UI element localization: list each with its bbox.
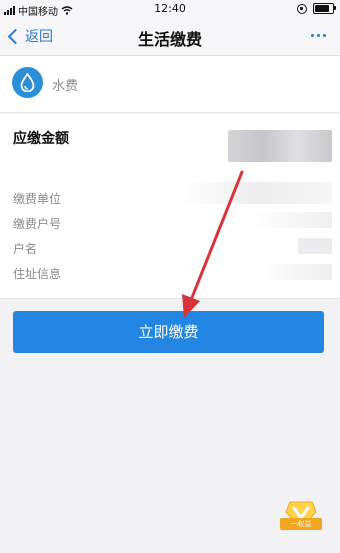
service-name: 水费: [52, 79, 79, 94]
more-dot-icon: [317, 34, 320, 37]
pay-now-button[interactable]: 立即缴费: [13, 311, 324, 353]
orientation-lock-icon: [297, 3, 307, 14]
badge-label: 一权益: [280, 518, 322, 530]
redacted-account-number: [248, 212, 332, 228]
status-bar: 中国移动 12:40: [0, 0, 340, 18]
field-payment-unit: 缴费单位: [13, 192, 62, 206]
redacted-payment-unit: [182, 182, 332, 204]
more-dot-icon: [323, 34, 326, 37]
bill-details: 应缴金额 缴费单位 缴费户号 户名 住址信息: [0, 114, 340, 299]
redacted-address: [258, 264, 332, 280]
battery-icon: [313, 3, 336, 14]
field-address: 住址信息: [13, 267, 62, 281]
benefit-badge[interactable]: 一权益: [280, 498, 322, 538]
field-account-name: 户名: [13, 242, 38, 256]
page-title: 生活缴费: [137, 30, 202, 49]
clock: 12:40: [154, 2, 186, 15]
nav-bar: 返回 生活缴费: [0, 17, 340, 56]
water-drop-icon: [12, 67, 43, 98]
amount-label: 应缴金额: [13, 131, 69, 147]
more-options-button[interactable]: [311, 34, 326, 37]
service-row: 水费: [0, 56, 340, 113]
redacted-amount: [228, 130, 332, 162]
field-account-number: 缴费户号: [13, 217, 62, 231]
redacted-account-name: [298, 238, 332, 254]
more-dot-icon: [311, 34, 314, 37]
status-right: [297, 3, 336, 14]
